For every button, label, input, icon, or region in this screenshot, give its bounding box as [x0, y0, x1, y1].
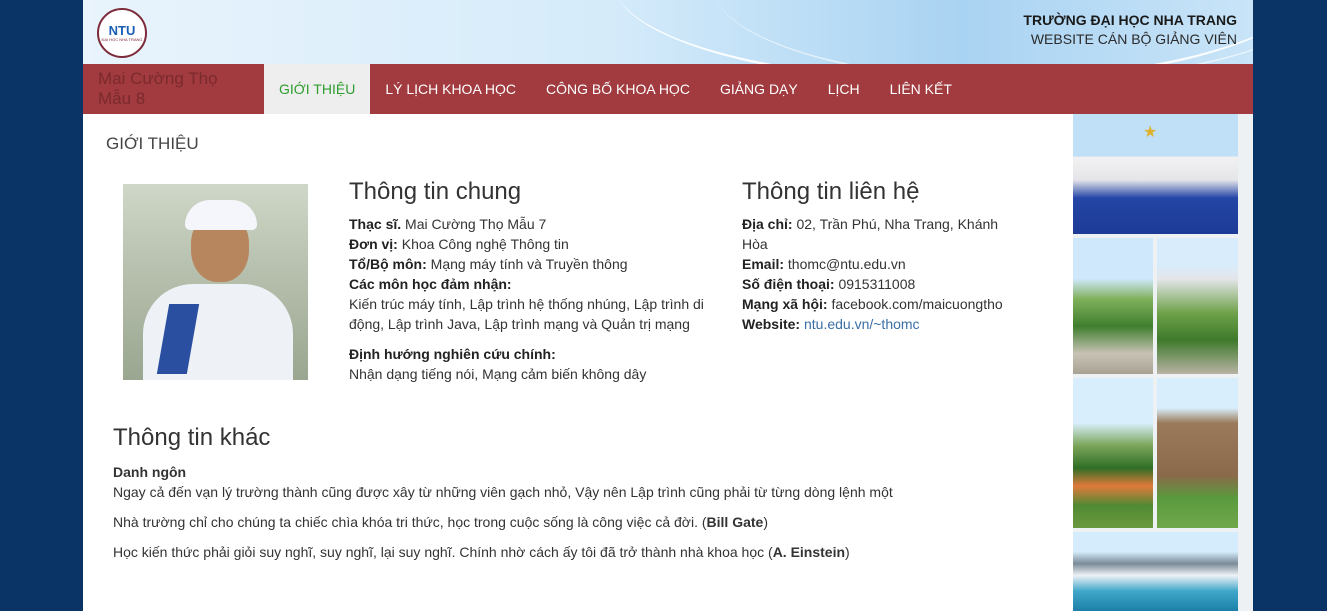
degree-row: Thạc sĩ. Mai Cường Thọ Mẫu 7 — [349, 214, 719, 234]
quote-1: Ngay cả đến vạn lý trường thành cũng đượ… — [113, 484, 893, 500]
unit-row: Đơn vị: Khoa Công nghệ Thông tin — [349, 234, 719, 254]
dept-value: Mạng máy tính và Truyền thông — [426, 256, 628, 272]
courses-value: Kiến trúc máy tính, Lập trình hệ thống n… — [349, 296, 704, 332]
ntu-logo[interactable]: NTU ĐẠI HỌC NHA TRANG — [97, 8, 147, 58]
social-label: Mạng xã hội: — [742, 296, 828, 312]
social-value: facebook.com/maicuongtho — [827, 296, 1003, 312]
address-label: Địa chỉ: — [742, 216, 793, 232]
main-content: GIỚI THIỆU Thông tin chung Thạc sĩ. Mai … — [83, 114, 1073, 611]
contact-info: Thông tin liên hệ Địa chỉ: 02, Trần Phú,… — [742, 178, 1022, 334]
tab-lien-ket[interactable]: LIÊN KẾT — [875, 64, 967, 114]
research-label-row: Định hướng nghiên cứu chính: — [349, 344, 719, 364]
page-container: NTU ĐẠI HỌC NHA TRANG TRƯỜNG ĐẠI HỌC NHA… — [83, 0, 1253, 611]
quote-3-author: A. Einstein — [772, 544, 846, 560]
social-row: Mạng xã hội: facebook.com/maicuongtho — [742, 294, 1022, 314]
quote-2-text: Nhà trường chỉ cho chúng ta chiếc chìa k… — [113, 514, 707, 530]
quote-3: Học kiến thức phải giỏi suy nghĩ, suy ng… — [113, 542, 1013, 562]
degree-label: Thạc sĩ. — [349, 216, 402, 232]
general-info: Thông tin chung Thạc sĩ. Mai Cường Thọ M… — [349, 178, 719, 384]
email-row: Email: thomc@ntu.edu.vn — [742, 254, 1022, 274]
unit-value: Khoa Công nghệ Thông tin — [397, 236, 569, 252]
tab-ly-lich-khoa-hoc[interactable]: LÝ LỊCH KHOA HỌC — [370, 64, 531, 114]
site-title: WEBSITE CÁN BỘ GIẢNG VIÊN — [1030, 31, 1237, 47]
dept-row: Tổ/Bộ môn: Mạng máy tính và Truyền thông — [349, 254, 719, 274]
campus-garden-photo — [1073, 238, 1153, 374]
dept-label: Tổ/Bộ môn: — [349, 256, 427, 272]
tab-cong-bo-khoa-hoc[interactable]: CÔNG BỐ KHOA HỌC — [531, 64, 705, 114]
campus-flowers-photo — [1073, 378, 1153, 528]
email-value: thomc@ntu.edu.vn — [784, 256, 906, 272]
quote-3-end: ) — [845, 544, 850, 560]
quotes-label: Danh ngôn — [113, 464, 187, 480]
tab-gioi-thieu[interactable]: GIỚI THIỆU — [264, 64, 371, 114]
phone-value: 0915311008 — [834, 276, 916, 292]
quote-2-author: Bill Gate — [706, 514, 764, 530]
research-value: Nhận dạng tiếng nói, Mạng cảm biến không… — [349, 366, 647, 382]
quote-2: Nhà trường chỉ cho chúng ta chiếc chìa k… — [113, 512, 1013, 532]
contact-info-heading: Thông tin liên hệ — [742, 178, 920, 205]
quotes-label-row: Danh ngôn — [113, 462, 1013, 482]
site-header: NTU ĐẠI HỌC NHA TRANG TRƯỜNG ĐẠI HỌC NHA… — [83, 0, 1253, 64]
other-info: Thông tin khác Danh ngôn Ngay cả đến vạn… — [113, 424, 1013, 572]
campus-monument-photo — [1157, 378, 1238, 528]
courses-label: Các môn học đảm nhận: — [349, 276, 512, 292]
tab-giang-day[interactable]: GIẢNG DẠY — [705, 64, 813, 114]
tab-lich[interactable]: LỊCH — [813, 64, 875, 114]
campus-photo-sidebar: ★ — [1073, 114, 1253, 611]
phone-label: Số điện thoại: — [742, 276, 835, 292]
other-info-heading: Thông tin khác — [113, 424, 271, 451]
logo-text: NTU — [108, 23, 136, 38]
email-label: Email: — [742, 256, 785, 272]
degree-value: Mai Cường Thọ Mẫu 7 — [401, 216, 547, 232]
quote-2-end: ) — [763, 514, 768, 530]
general-info-heading: Thông tin chung — [349, 178, 522, 205]
address-row: Địa chỉ: 02, Trần Phú, Nha Trang, Khánh … — [742, 214, 1022, 254]
website-link[interactable]: ntu.edu.vn/~thomc — [804, 316, 920, 332]
website-label: Website: — [742, 316, 801, 332]
star-icon: ★ — [1143, 124, 1158, 141]
city-coast-photo — [1073, 532, 1238, 611]
logo-subtext: ĐẠI HỌC NHA TRANG — [101, 37, 143, 42]
campus-building-photo: ★ — [1073, 114, 1238, 234]
courses-label-row: Các môn học đảm nhận: — [349, 274, 719, 294]
profile-photo — [123, 184, 308, 380]
page-title: GIỚI THIỆU — [106, 134, 199, 153]
main-navbar: Mai Cường Thọ Mẫu 8 GIỚI THIỆU LÝ LỊCH K… — [83, 64, 1253, 114]
phone-row: Số điện thoại: 0915311008 — [742, 274, 1022, 294]
campus-path-photo — [1157, 238, 1238, 374]
quote-3-text: Học kiến thức phải giỏi suy nghĩ, suy ng… — [113, 544, 773, 560]
research-label: Định hướng nghiên cứu chính: — [349, 346, 556, 362]
navbar-brand[interactable]: Mai Cường Thọ Mẫu 8 — [83, 64, 264, 114]
school-name: TRƯỜNG ĐẠI HỌC NHA TRANG — [1023, 12, 1237, 28]
website-row: Website: ntu.edu.vn/~thomc — [742, 314, 1022, 334]
school-title-block: TRƯỜNG ĐẠI HỌC NHA TRANG WEBSITE CÁN BỘ … — [1023, 12, 1237, 47]
unit-label: Đơn vị: — [349, 236, 398, 252]
